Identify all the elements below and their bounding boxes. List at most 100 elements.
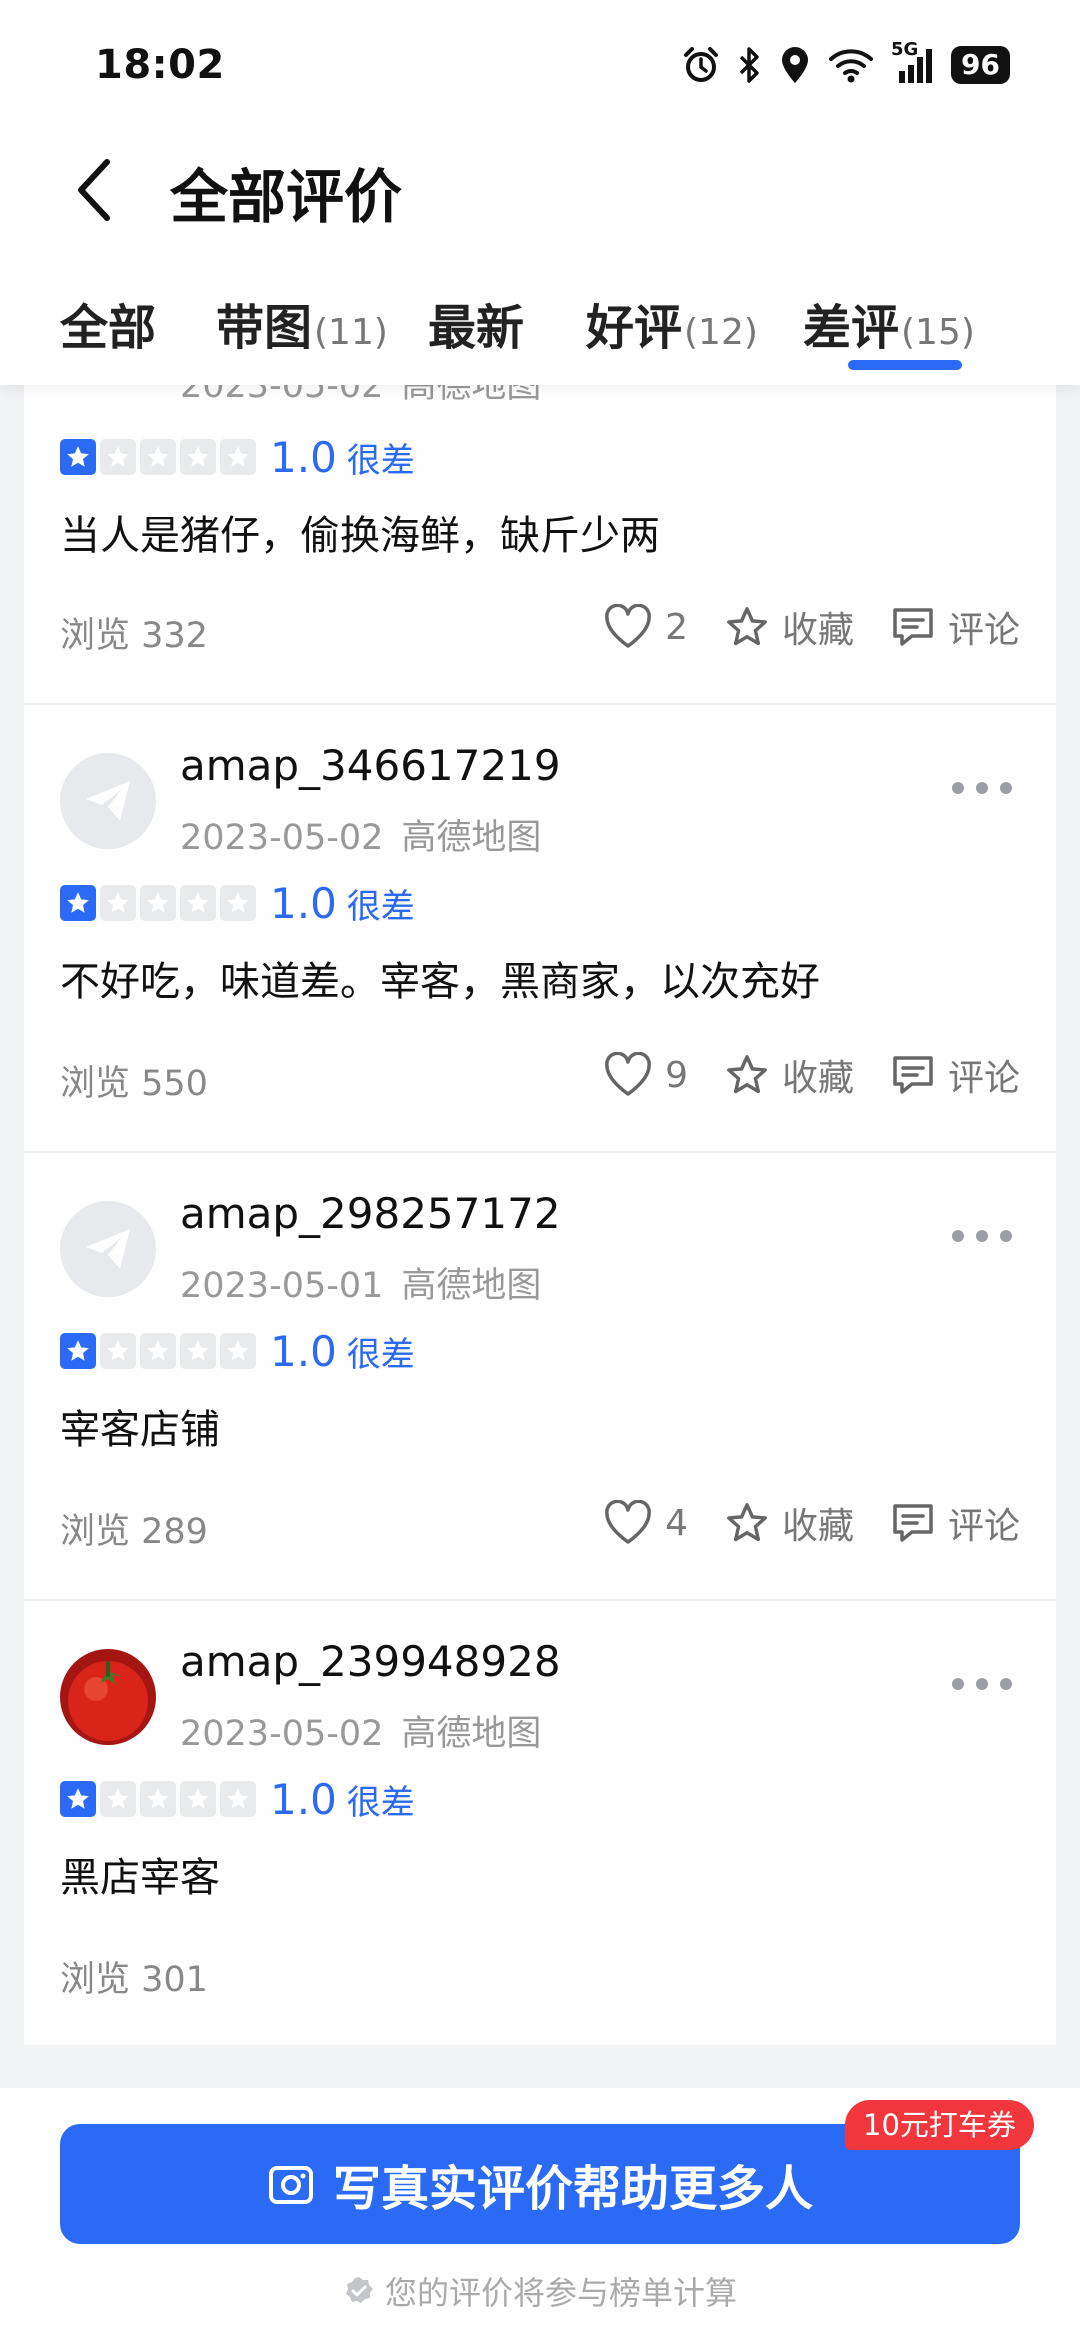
star-empty-icon xyxy=(100,439,136,475)
avatar[interactable] xyxy=(60,1649,156,1745)
favorite-label: 收藏 xyxy=(781,610,854,651)
review-card: amap_298257172 2023-05-01 高德地图 1.0 很差 宰客店… xyxy=(24,1153,1056,1599)
hint-text: 您的评价将参与榜单计算 xyxy=(384,2274,737,2312)
star-rating: 1.0 很差 xyxy=(60,433,415,482)
view-count: 浏览 332 xyxy=(60,616,208,656)
favorite-button[interactable]: 收藏 xyxy=(724,1049,854,1101)
view-count: 浏览 301 xyxy=(60,1960,208,2000)
star-filled-icon xyxy=(60,885,96,921)
review-card: amap_346617219 2023-05-02 高德地图 1.0 很差 不好吃… xyxy=(24,705,1056,1151)
username[interactable]: amap_239948928 xyxy=(180,1637,561,1686)
star-rating: 1.0 很差 xyxy=(60,1774,415,1824)
more-options-button[interactable] xyxy=(952,1221,1012,1251)
review-meta: 2023-05-02 高德地图 xyxy=(180,809,541,860)
favorite-label: 收藏 xyxy=(781,1506,854,1547)
tab-count: (11) xyxy=(314,312,388,353)
review-text: 黑店宰客 xyxy=(60,1855,220,1901)
rating-score: 1.0 xyxy=(270,1774,337,1824)
star-empty-icon xyxy=(220,1781,256,1817)
favorite-button[interactable]: 收藏 xyxy=(724,1497,854,1549)
avatar[interactable] xyxy=(60,1201,156,1297)
rating-score: 1.0 xyxy=(270,878,337,928)
comment-label: 评论 xyxy=(947,610,1020,651)
star-empty-icon xyxy=(140,885,176,921)
paper-plane-icon xyxy=(86,1229,130,1269)
review-actions: 9 收藏 评论 xyxy=(567,1047,1020,1103)
screen: 18:02 5G 96 全部评价 全部 带图(11) 最新 好评(12) 差评(… xyxy=(0,0,1080,2344)
comment-button[interactable]: 评论 xyxy=(890,1049,1020,1101)
review-text: 当人是猪仔，偷换海鲜，缺斤少两 xyxy=(60,513,660,559)
like-button[interactable]: 2 xyxy=(603,604,688,650)
star-empty-icon xyxy=(140,1333,176,1369)
heart-icon xyxy=(605,604,651,648)
tab-positive[interactable]: 好评(12) xyxy=(586,288,758,358)
tab-all[interactable]: 全部 xyxy=(60,288,158,358)
review-card: amap_239948928 2023-05-02 高德地图 1.0 很差 黑店宰… xyxy=(24,1601,1056,2045)
star-empty-icon xyxy=(180,439,216,475)
comment-button[interactable]: 评论 xyxy=(890,601,1020,653)
bluetooth-icon xyxy=(739,47,759,83)
tab-label: 差评 xyxy=(803,300,900,356)
tab-count: (12) xyxy=(684,312,758,353)
favorite-label: 收藏 xyxy=(781,1058,854,1099)
star-filled-icon xyxy=(60,439,96,475)
star-rating: 1.0 很差 xyxy=(60,1327,415,1376)
battery-indicator: 96 xyxy=(951,46,1010,84)
favorite-button[interactable]: 收藏 xyxy=(724,601,854,653)
bottom-bar: 写真实评价帮助更多人 10元打车券 您的评价将参与榜单计算 xyxy=(0,2088,1080,2344)
like-button[interactable]: 9 xyxy=(603,1052,688,1098)
chevron-left-icon xyxy=(78,159,110,221)
more-options-button[interactable] xyxy=(952,1669,1012,1699)
avatar[interactable] xyxy=(60,753,156,849)
tomato-avatar-icon xyxy=(68,1661,148,1741)
review-card: 2023-05-02 高德地图 1.0 很差 当人是猪仔，偷换海鲜，缺斤少两 浏览… xyxy=(24,385,1056,703)
signal-icon: 5G xyxy=(891,39,935,85)
tab-with-photos[interactable]: 带图(11) xyxy=(216,288,388,358)
tab-count: (15) xyxy=(901,312,975,353)
location-icon xyxy=(782,47,809,83)
review-actions: 2 收藏 评论 xyxy=(567,599,1020,655)
username[interactable]: amap_298257172 xyxy=(180,1189,561,1238)
check-badge-icon xyxy=(345,2277,373,2303)
page-title: 全部评价 xyxy=(170,163,403,231)
stars xyxy=(60,885,256,921)
comment-icon xyxy=(893,608,933,646)
review-meta: 2023-05-02 高德地图 xyxy=(180,385,541,408)
review-text: 不好吃，味道差。宰客，黑商家，以次充好 xyxy=(60,959,820,1005)
wifi-icon xyxy=(829,49,874,83)
comment-icon xyxy=(893,1504,933,1542)
comment-button[interactable]: 评论 xyxy=(890,1497,1020,1549)
review-source: 高德地图 xyxy=(401,385,542,406)
ranking-hint: 您的评价将参与榜单计算 xyxy=(0,2268,1080,2314)
comment-label: 评论 xyxy=(947,1058,1020,1099)
review-meta: 2023-05-01 高德地图 xyxy=(180,1257,541,1308)
stars xyxy=(60,1333,256,1369)
review-source: 高德地图 xyxy=(401,1266,542,1306)
tab-latest[interactable]: 最新 xyxy=(428,288,526,358)
username[interactable]: amap_346617219 xyxy=(180,741,561,790)
paper-plane-icon xyxy=(86,781,130,821)
review-source: 高德地图 xyxy=(401,818,542,858)
status-icons: 5G 96 xyxy=(681,39,1010,88)
review-date: 2023-05-02 xyxy=(180,818,384,858)
comment-label: 评论 xyxy=(947,1506,1020,1547)
page-header: 全部评价 xyxy=(0,120,1080,260)
filter-tabs: 全部 带图(11) 最新 好评(12) 差评(15) xyxy=(0,260,1080,385)
star-filled-icon xyxy=(60,1781,96,1817)
review-list[interactable]: 2023-05-02 高德地图 1.0 很差 当人是猪仔，偷换海鲜，缺斤少两 浏览… xyxy=(24,385,1056,2045)
tab-label: 好评 xyxy=(586,300,683,356)
stars xyxy=(60,1781,256,1817)
active-tab-indicator xyxy=(848,360,962,370)
like-count: 9 xyxy=(665,1054,688,1096)
tab-negative[interactable]: 差评(15) xyxy=(803,288,975,358)
review-date: 2023-05-02 xyxy=(180,385,384,406)
rating-level: 很差 xyxy=(346,440,415,481)
coupon-badge: 10元打车券 xyxy=(845,2100,1034,2150)
rating-level: 很差 xyxy=(346,1334,415,1375)
review-date: 2023-05-02 xyxy=(180,1714,384,1754)
like-count: 4 xyxy=(665,1502,688,1544)
star-empty-icon xyxy=(180,1333,216,1369)
like-button[interactable]: 4 xyxy=(603,1500,688,1546)
more-options-button[interactable] xyxy=(952,773,1012,803)
back-button[interactable] xyxy=(58,150,128,230)
